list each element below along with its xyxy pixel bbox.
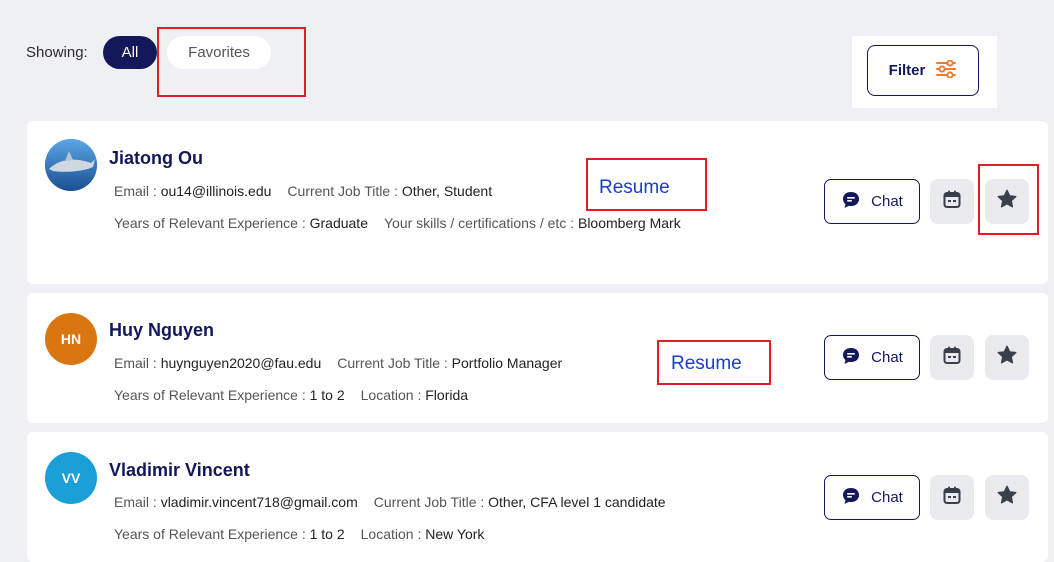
- email-value: vladimir.vincent718@gmail.com: [160, 494, 358, 510]
- chat-icon: [841, 486, 861, 510]
- favorite-button[interactable]: [985, 475, 1029, 520]
- resume-link[interactable]: Resume: [599, 177, 670, 199]
- candidate-card: VV Vladimir Vincent Email : vladimir.vin…: [27, 432, 1048, 562]
- candidate-info-line: Years of Relevant Experience : Graduate Y…: [114, 215, 681, 231]
- skills-label: Your skills / certifications / etc :: [383, 215, 578, 231]
- candidate-card: HN Huy Nguyen Email : huynguyen2020@fau.…: [27, 293, 1048, 423]
- calendar-icon: [942, 485, 962, 510]
- location-label: Location :: [360, 526, 426, 542]
- schedule-button[interactable]: [930, 475, 974, 520]
- location-value: Florida: [425, 387, 469, 403]
- job-title-label: Current Job Title :: [373, 494, 489, 510]
- filter-label: Filter: [888, 62, 926, 79]
- candidate-info-line: Email : vladimir.vincent718@gmail.com Cur…: [114, 494, 666, 510]
- avatar-initials: HN: [60, 331, 82, 347]
- job-title-value: Portfolio Manager: [451, 355, 563, 371]
- candidate-card: Jiatong Ou Email : ou14@illinois.edu Curr…: [27, 121, 1048, 284]
- chat-button[interactable]: Chat: [824, 335, 920, 380]
- job-title-label: Current Job Title :: [337, 355, 452, 371]
- showing-label: Showing:: [26, 44, 88, 61]
- star-icon: [996, 344, 1018, 371]
- experience-label: Years of Relevant Experience :: [114, 387, 310, 403]
- job-title-value: Other, Student: [401, 183, 493, 199]
- candidate-name: Jiatong Ou: [109, 148, 203, 168]
- email-label: Email :: [114, 494, 161, 510]
- chat-button[interactable]: Chat: [824, 179, 920, 224]
- chat-label: Chat: [871, 193, 903, 210]
- candidate-info-line: Years of Relevant Experience : 1 to 2 Loc…: [114, 526, 484, 542]
- location-label: Location :: [360, 387, 426, 403]
- experience-label: Years of Relevant Experience :: [114, 526, 310, 542]
- star-icon: [996, 484, 1018, 511]
- avatar: [45, 139, 97, 191]
- experience-value: Graduate: [309, 215, 368, 231]
- job-title-value: Other, CFA level 1 candidate: [488, 494, 666, 510]
- avatar: VV: [45, 452, 97, 504]
- email-label: Email :: [114, 355, 161, 371]
- calendar-icon: [942, 345, 962, 370]
- star-icon: [996, 188, 1018, 215]
- location-value: New York: [425, 526, 485, 542]
- candidate-info-line: Email : ou14@illinois.edu Current Job Tit…: [114, 183, 492, 199]
- all-tab[interactable]: All: [103, 36, 157, 69]
- chat-icon: [841, 346, 861, 370]
- chat-label: Chat: [871, 349, 903, 366]
- email-value: ou14@illinois.edu: [160, 183, 272, 199]
- email-label: Email :: [114, 183, 161, 199]
- skills-value: Bloomberg Mark: [577, 215, 681, 231]
- avatar: HN: [45, 313, 97, 365]
- chat-label: Chat: [871, 489, 903, 506]
- experience-label: Years of Relevant Experience :: [114, 215, 310, 231]
- schedule-button[interactable]: [930, 179, 974, 224]
- chat-icon: [841, 190, 861, 214]
- avatar-initials: VV: [61, 470, 81, 486]
- favorite-button[interactable]: [985, 179, 1029, 224]
- experience-value: 1 to 2: [309, 526, 345, 542]
- filter-button[interactable]: Filter: [867, 45, 979, 96]
- candidate-info-line: Email : huynguyen2020@fau.edu Current Job…: [114, 355, 562, 371]
- filter-bar: Showing: All Favorites Filter: [0, 0, 1054, 120]
- experience-value: 1 to 2: [309, 387, 345, 403]
- calendar-icon: [942, 189, 962, 214]
- email-value: huynguyen2020@fau.edu: [160, 355, 322, 371]
- favorite-button[interactable]: [985, 335, 1029, 380]
- schedule-button[interactable]: [930, 335, 974, 380]
- job-title-label: Current Job Title :: [287, 183, 402, 199]
- candidate-name: Huy Nguyen: [109, 320, 215, 340]
- favorites-tab[interactable]: Favorites: [167, 36, 271, 69]
- candidate-name: Vladimir Vincent: [109, 460, 250, 480]
- candidate-info-line: Years of Relevant Experience : 1 to 2 Loc…: [114, 387, 468, 403]
- resume-link[interactable]: Resume: [671, 353, 742, 375]
- chat-button[interactable]: Chat: [824, 475, 920, 520]
- sliders-icon: [935, 58, 957, 82]
